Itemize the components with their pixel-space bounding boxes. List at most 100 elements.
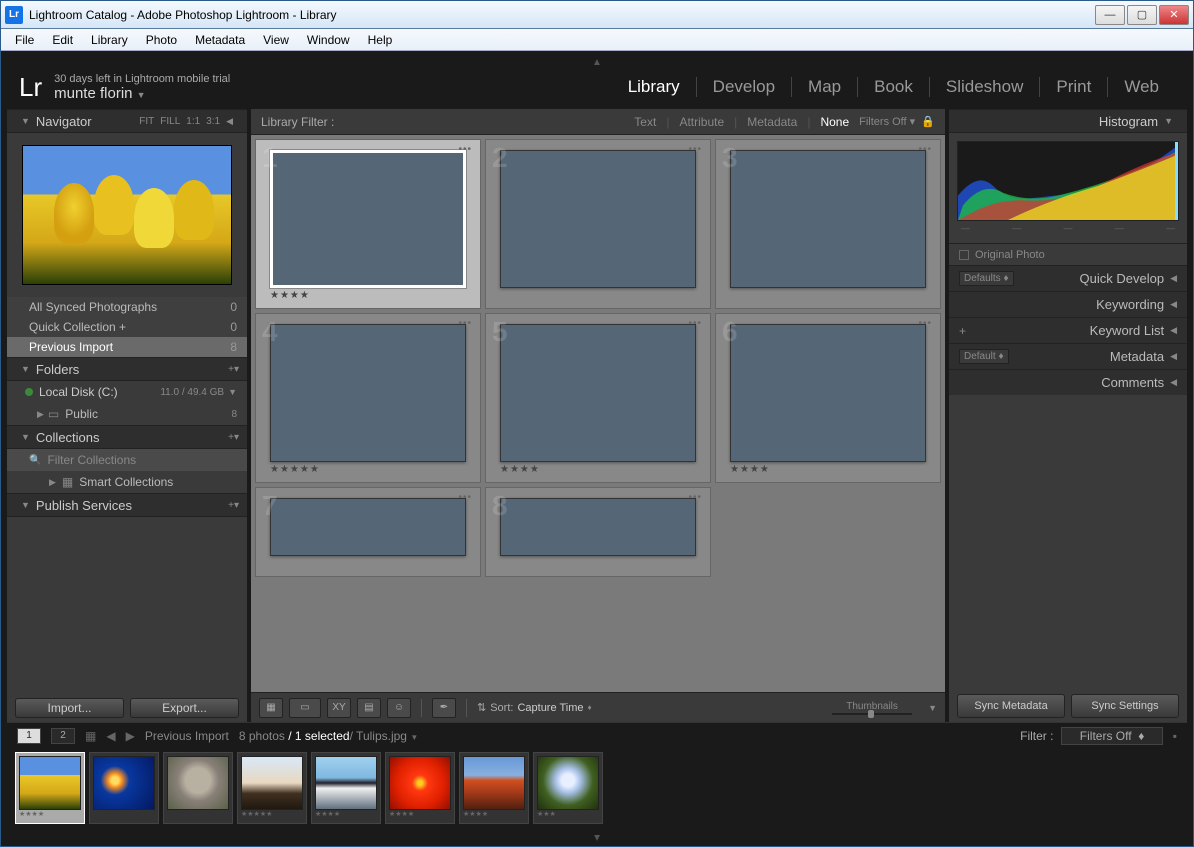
filmstrip-cell-3[interactable]: [163, 752, 233, 824]
cell-menu-icon[interactable]: •••: [688, 492, 702, 503]
menu-view[interactable]: View: [255, 31, 297, 49]
rating-stars[interactable]: ★★★★: [730, 462, 926, 478]
disk-row[interactable]: Local Disk (C:) 11.0 / 49.4 GB ▼: [7, 381, 247, 403]
filters-state[interactable]: Filters Off ▾ 🔒: [859, 115, 935, 128]
module-book[interactable]: Book: [858, 77, 930, 97]
grid-cell-6[interactable]: 6•••★★★★: [715, 313, 941, 483]
pane-1-button[interactable]: 1: [17, 728, 41, 744]
sync-settings-button[interactable]: Sync Settings: [1071, 694, 1179, 718]
grid-view-button[interactable]: ▦: [259, 698, 283, 718]
compare-view-button[interactable]: XY: [327, 698, 351, 718]
module-print[interactable]: Print: [1040, 77, 1108, 97]
add-collection-icon[interactable]: +▾: [228, 432, 239, 443]
filmstrip-cell-2[interactable]: [89, 752, 159, 824]
module-library[interactable]: Library: [612, 77, 697, 97]
filter-collections-input[interactable]: 🔍 Filter Collections: [7, 449, 247, 471]
cell-menu-icon[interactable]: •••: [688, 318, 702, 329]
grid-cell-1[interactable]: 1•••★★★★: [255, 139, 481, 309]
rating-stars[interactable]: ★★★★: [270, 288, 466, 304]
navigator-header[interactable]: ▼ Navigator FIT FILL 1:1 3:1 ◀: [7, 109, 247, 133]
thumbnail-image[interactable]: [500, 150, 696, 288]
catalog-previous-import[interactable]: Previous Import8: [7, 337, 247, 357]
panel-keyword-list[interactable]: +Keyword List◀: [949, 317, 1187, 343]
cell-menu-icon[interactable]: •••: [918, 318, 932, 329]
expand-icon[interactable]: ▶: [49, 477, 56, 488]
rating-stars[interactable]: [270, 556, 466, 572]
rating-stars[interactable]: [500, 556, 696, 572]
expand-icon[interactable]: ▶: [37, 409, 44, 420]
chevron-down-icon[interactable]: ▼: [228, 387, 237, 397]
rating-stars[interactable]: ★★★★: [500, 462, 696, 478]
panel-quick-develop[interactable]: Defaults ♦Quick Develop◀: [949, 265, 1187, 291]
collections-header[interactable]: ▼ Collections +▾: [7, 425, 247, 449]
catalog-quick-collection[interactable]: Quick Collection +0: [7, 317, 247, 337]
filmstrip-cell-5[interactable]: ★★★★: [311, 752, 381, 824]
add-icon[interactable]: +: [959, 324, 966, 338]
grid-mode-icon[interactable]: ▦: [85, 729, 96, 743]
import-button[interactable]: Import...: [15, 698, 124, 718]
people-view-button[interactable]: ☺: [387, 698, 411, 718]
module-web[interactable]: Web: [1108, 77, 1175, 97]
menu-file[interactable]: File: [7, 31, 42, 49]
grid-cell-3[interactable]: 3•••: [715, 139, 941, 309]
top-panel-toggle-icon[interactable]: ▲: [592, 57, 602, 68]
export-button[interactable]: Export...: [130, 698, 239, 718]
filter-attribute[interactable]: Attribute: [679, 115, 724, 129]
bottom-panel-toggle-icon[interactable]: ▲: [592, 832, 602, 843]
folder-public[interactable]: ▶ ▭ Public 8: [7, 403, 247, 425]
close-button[interactable]: ✕: [1159, 5, 1189, 25]
module-develop[interactable]: Develop: [697, 77, 792, 97]
thumbnail-image[interactable]: [730, 324, 926, 462]
loupe-view-button[interactable]: ▭: [289, 698, 321, 718]
filmstrip-cell-8[interactable]: ★★★: [533, 752, 603, 824]
maximize-button[interactable]: ▢: [1127, 5, 1157, 25]
breadcrumb[interactable]: Previous Import: [145, 729, 229, 743]
add-folder-icon[interactable]: +▾: [228, 364, 239, 375]
toolbar-disclosure-icon[interactable]: ▼: [928, 703, 937, 713]
survey-view-button[interactable]: ▤: [357, 698, 381, 718]
grid-cell-8[interactable]: 8•••: [485, 487, 711, 577]
thumbnail-size-slider[interactable]: Thumbnails: [832, 701, 912, 715]
filter-switch-icon[interactable]: ▪: [1173, 729, 1177, 743]
nav-fwd-icon[interactable]: ▶: [126, 729, 135, 743]
panel-preset-dropdown[interactable]: Default ♦: [959, 349, 1009, 364]
thumbnail-image[interactable]: [500, 324, 696, 462]
histogram-header[interactable]: Histogram ▼: [949, 109, 1187, 133]
painter-tool-button[interactable]: ✒: [432, 698, 456, 718]
menu-help[interactable]: Help: [360, 31, 401, 49]
menu-metadata[interactable]: Metadata: [187, 31, 253, 49]
menu-window[interactable]: Window: [299, 31, 358, 49]
menu-edit[interactable]: Edit: [44, 31, 81, 49]
filmstrip-filter[interactable]: Filter : Filters Off ♦ ▪: [1020, 729, 1177, 743]
nav-fit[interactable]: FIT: [139, 116, 154, 127]
module-slideshow[interactable]: Slideshow: [930, 77, 1041, 97]
thumbnail-image[interactable]: [270, 324, 466, 462]
module-map[interactable]: Map: [792, 77, 858, 97]
cell-menu-icon[interactable]: •••: [688, 144, 702, 155]
rating-stars[interactable]: [730, 288, 926, 304]
thumbnail-image[interactable]: [730, 150, 926, 288]
thumbnail-image[interactable]: [500, 498, 696, 556]
filmstrip-cell-1[interactable]: ★★★★: [15, 752, 85, 824]
grid-cell-4[interactable]: 4•••★★★★★: [255, 313, 481, 483]
thumbnail-image[interactable]: [270, 498, 466, 556]
cell-menu-icon[interactable]: •••: [458, 492, 472, 503]
filter-metadata[interactable]: Metadata: [747, 115, 797, 129]
rating-stars[interactable]: ★★★★★: [270, 462, 466, 478]
grid-cell-2[interactable]: 2•••: [485, 139, 711, 309]
menu-library[interactable]: Library: [83, 31, 136, 49]
menu-photo[interactable]: Photo: [138, 31, 185, 49]
panel-metadata[interactable]: Default ♦Metadata◀: [949, 343, 1187, 369]
nav-1to1[interactable]: 1:1: [186, 116, 200, 127]
collection-smart[interactable]: ▶ ▦ Smart Collections: [7, 471, 247, 493]
filmstrip-cell-6[interactable]: ★★★★: [385, 752, 455, 824]
grid-cell-5[interactable]: 5•••★★★★: [485, 313, 711, 483]
cell-menu-icon[interactable]: •••: [918, 144, 932, 155]
panel-preset-dropdown[interactable]: Defaults ♦: [959, 271, 1014, 286]
original-photo-toggle[interactable]: Original Photo: [949, 243, 1187, 265]
sort-control[interactable]: ⇅ Sort: Capture Time ♦: [477, 701, 592, 714]
navigator-preview[interactable]: [7, 133, 247, 297]
rating-stars[interactable]: [500, 288, 696, 304]
nav-3to1[interactable]: 3:1: [206, 116, 220, 127]
minimize-button[interactable]: —: [1095, 5, 1125, 25]
